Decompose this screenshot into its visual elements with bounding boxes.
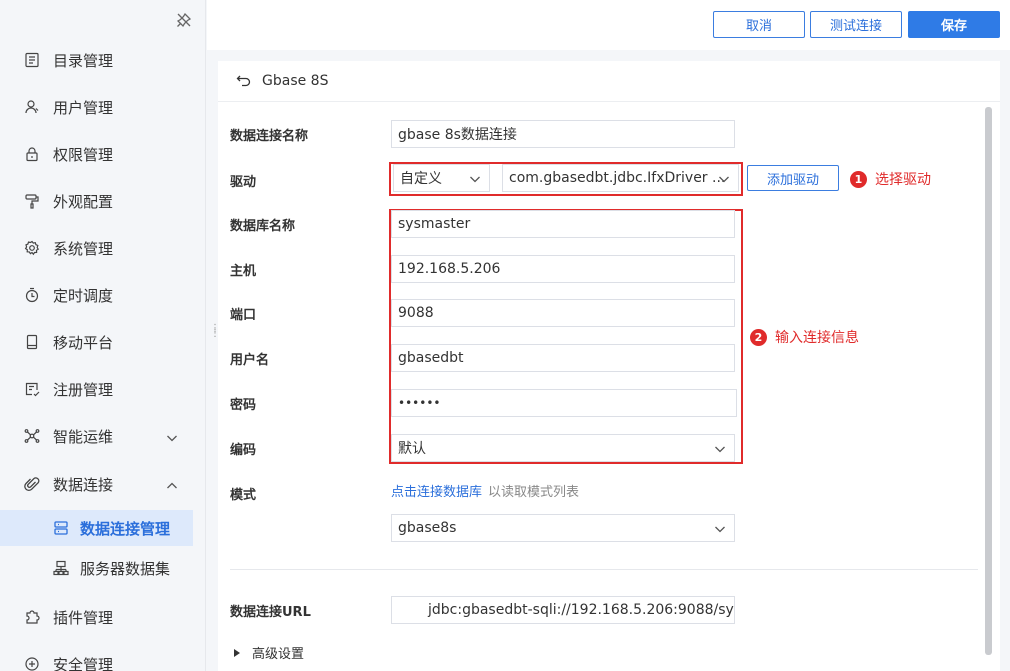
sidebar-item-catalog[interactable]: 目录管理 xyxy=(0,40,206,80)
chevron-down-icon xyxy=(714,443,726,455)
cancel-button[interactable]: 取消 xyxy=(713,11,805,38)
schema-link-row: 点击连接数据库 以读取模式列表 xyxy=(391,481,579,500)
schema-label: 模式 xyxy=(230,488,257,503)
sidebar-item-security[interactable]: 安全管理 xyxy=(0,644,206,671)
page-title: Gbase 8S xyxy=(262,73,329,89)
sidebar-item-label: 安全管理 xyxy=(53,655,114,671)
annotation-select-driver: 1 选择驱动 xyxy=(850,169,931,189)
sidebar-item-label: 智能运维 xyxy=(53,427,114,446)
host-input[interactable]: 192.168.5.206 xyxy=(391,255,735,283)
mobile-icon xyxy=(24,334,40,350)
annotation-number: 2 xyxy=(750,328,767,346)
back-header[interactable]: Gbase 8S xyxy=(236,71,328,91)
conn-name-label: 数据连接名称 xyxy=(230,129,309,144)
sidebar-item-appearance[interactable]: 外观配置 xyxy=(0,181,206,221)
top-toolbar: 取消 测试连接 保存 xyxy=(207,0,1010,50)
user-icon xyxy=(24,99,40,115)
password-label: 密码 xyxy=(230,398,257,413)
chevron-down-icon xyxy=(166,430,178,442)
password-input[interactable]: •••••• xyxy=(391,389,737,417)
advanced-settings-label: 高级设置 xyxy=(252,647,305,662)
chevron-up-icon xyxy=(166,478,178,490)
db-name-input[interactable]: sysmaster xyxy=(391,210,735,238)
sidebar: 目录管理 用户管理 权限管理 外观配置 系统管理 定时调度 移动平台 注册管理 … xyxy=(0,0,206,671)
port-input[interactable]: 9088 xyxy=(391,299,735,327)
network-icon xyxy=(24,428,40,444)
link-icon xyxy=(24,476,40,492)
connection-form-panel: Gbase 8S 数据连接名称 gbase 8s数据连接 驱动 自定义 com.… xyxy=(218,61,1000,671)
register-icon xyxy=(24,381,40,397)
schema-select[interactable]: gbase8s xyxy=(391,514,735,542)
annotation-enter-connection-info: 2 输入连接信息 xyxy=(750,327,859,347)
sidebar-subitem-label: 数据连接管理 xyxy=(80,519,171,538)
sidebar-item-plugins[interactable]: 插件管理 xyxy=(0,597,206,637)
save-button[interactable]: 保存 xyxy=(908,11,1000,38)
annotation-text: 选择驱动 xyxy=(875,172,931,188)
url-input[interactable]: jdbc:gbasedbt-sqli://192.168.5.206:9088/… xyxy=(391,596,735,624)
sidebar-item-label: 移动平台 xyxy=(53,333,114,352)
sidebar-item-data-connection[interactable]: 数据连接 xyxy=(0,464,206,504)
sidebar-item-label: 权限管理 xyxy=(53,145,114,164)
sidebar-item-scheduling[interactable]: 定时调度 xyxy=(0,275,206,315)
sidebar-subitem-server-dataset[interactable]: 服务器数据集 xyxy=(0,550,193,586)
driver-label: 驱动 xyxy=(230,175,257,190)
encoding-select[interactable]: 默认 xyxy=(391,434,735,462)
schema-value: gbase8s xyxy=(398,520,457,536)
sidebar-item-users[interactable]: 用户管理 xyxy=(0,87,206,127)
encoding-label: 编码 xyxy=(230,443,257,458)
plugin-icon xyxy=(24,609,40,625)
host-label: 主机 xyxy=(230,264,257,279)
chevron-down-icon xyxy=(714,523,726,535)
scrollbar[interactable] xyxy=(985,107,992,655)
sidebar-item-register[interactable]: 注册管理 xyxy=(0,369,206,409)
sidebar-item-label: 外观配置 xyxy=(53,192,114,211)
sidebar-subitem-label: 服务器数据集 xyxy=(80,559,171,578)
catalog-icon xyxy=(24,52,40,68)
server-dataset-icon xyxy=(53,560,69,576)
lock-icon xyxy=(24,146,40,162)
timer-icon xyxy=(24,287,40,303)
caret-right-icon xyxy=(234,648,240,657)
username-label: 用户名 xyxy=(230,353,270,368)
annotation-box-connection-info xyxy=(389,209,743,464)
connect-database-link[interactable]: 点击连接数据库 xyxy=(391,485,482,500)
schema-hint: 以读取模式列表 xyxy=(488,485,580,500)
sidebar-item-label: 数据连接 xyxy=(53,475,114,494)
test-connection-button[interactable]: 测试连接 xyxy=(810,11,902,38)
annotation-text: 输入连接信息 xyxy=(775,330,859,346)
encoding-value: 默认 xyxy=(398,441,426,457)
paint-roller-icon xyxy=(24,193,40,209)
sidebar-item-permissions[interactable]: 权限管理 xyxy=(0,134,206,174)
divider xyxy=(218,101,1000,102)
annotation-box-driver xyxy=(389,162,743,196)
sidebar-item-system[interactable]: 系统管理 xyxy=(0,228,206,268)
pin-icon[interactable] xyxy=(176,12,192,28)
url-label: 数据连接URL xyxy=(230,605,311,620)
sidebar-item-label: 系统管理 xyxy=(53,239,114,258)
port-label: 端口 xyxy=(230,308,257,323)
sidebar-item-label: 注册管理 xyxy=(53,380,114,399)
username-input[interactable]: gbasedbt xyxy=(391,344,735,372)
conn-name-input[interactable]: gbase 8s数据连接 xyxy=(391,120,735,148)
sidebar-item-label: 插件管理 xyxy=(53,608,114,627)
add-driver-button[interactable]: 添加驱动 xyxy=(747,165,839,191)
panel-resize-handle[interactable]: ⋮ ⋮ xyxy=(210,324,220,340)
db-name-label: 数据库名称 xyxy=(230,219,296,234)
gear-icon xyxy=(24,240,40,256)
back-arrow-icon[interactable] xyxy=(236,73,252,89)
divider xyxy=(230,569,978,570)
database-icon xyxy=(53,520,69,536)
sidebar-item-label: 用户管理 xyxy=(53,98,114,117)
sidebar-item-mobile[interactable]: 移动平台 xyxy=(0,322,206,362)
sidebar-item-ops[interactable]: 智能运维 xyxy=(0,416,206,456)
advanced-settings-toggle[interactable]: 高级设置 xyxy=(234,643,304,662)
sidebar-item-label: 目录管理 xyxy=(53,51,114,70)
sidebar-item-label: 定时调度 xyxy=(53,286,114,305)
security-icon xyxy=(24,656,40,671)
sidebar-subitem-data-connection-management[interactable]: 数据连接管理 xyxy=(0,510,193,546)
annotation-number: 1 xyxy=(850,170,867,188)
